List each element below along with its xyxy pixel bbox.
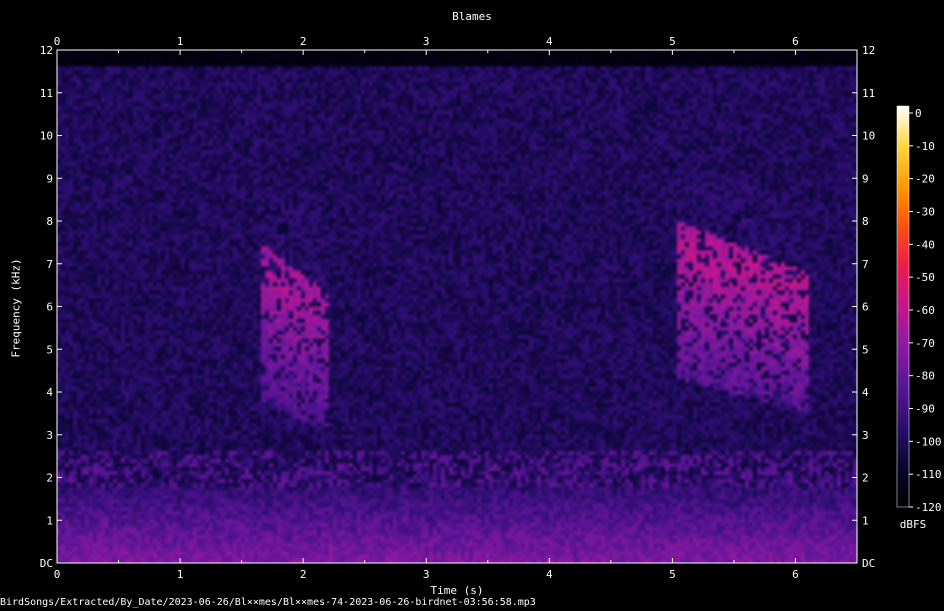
x-tick-label-bottom: 2 — [300, 568, 307, 581]
y-tick-label-left: 2 — [46, 472, 53, 485]
y-tick-label-right: 6 — [862, 301, 869, 314]
y-axis-label: Frequency (kHz) — [9, 258, 23, 358]
x-tick-label-bottom: 0 — [54, 568, 61, 581]
colorbar-tick-label: -50 — [915, 271, 935, 284]
x-tick-label-top: 0 — [54, 35, 61, 48]
colorbar-label: dBFS — [900, 518, 927, 531]
y-tick-label-left: 5 — [46, 343, 53, 356]
y-tick-label-left: 12 — [40, 44, 53, 57]
x-tick-label-bottom: 5 — [669, 568, 676, 581]
y-tick-label-right: 8 — [862, 215, 869, 228]
x-tick-label-bottom: 3 — [423, 568, 430, 581]
y-tick-label-left: 9 — [46, 172, 53, 185]
y-tick-label-left: 7 — [46, 258, 53, 271]
x-tick-label-top: 2 — [300, 35, 307, 48]
y-tick-label-left: DC — [40, 557, 53, 570]
colorbar-tick-label: -80 — [915, 370, 935, 383]
colorbar-tick-label: -110 — [915, 468, 942, 481]
x-tick-label-bottom: 6 — [792, 568, 799, 581]
colorbar-tick-label: -70 — [915, 337, 935, 350]
spectrogram-svg: 00112233445566DC DC1 12 23 34 45 56 67 78 89 910 10… — [40, 35, 942, 581]
y-tick-label-right: 4 — [862, 386, 869, 399]
colorbar-tick-label: -40 — [915, 238, 935, 251]
x-tick-label-bottom: 1 — [177, 568, 184, 581]
colorbar — [896, 105, 910, 508]
spectrogram-heatmap — [57, 50, 857, 563]
y-tick-label-left: 4 — [46, 386, 53, 399]
y-tick-label-left: 10 — [40, 130, 53, 143]
y-tick-label-right: 3 — [862, 429, 869, 442]
colorbar-tick-label: -10 — [915, 140, 935, 153]
y-tick-label-right: 11 — [862, 87, 875, 100]
y-tick-label-right: 12 — [862, 44, 875, 57]
y-tick-label-right: 9 — [862, 172, 869, 185]
colorbar-tick-label: -100 — [915, 435, 942, 448]
x-tick-label-bottom: 4 — [546, 568, 553, 581]
x-tick-label-top: 3 — [423, 35, 430, 48]
file-path-caption: BirdSongs/Extracted/By_Date/2023-06-26/B… — [0, 597, 536, 608]
colorbar-tick-label: -90 — [915, 403, 935, 416]
y-tick-label-right: 2 — [862, 472, 869, 485]
colorbar-tick-label: -30 — [915, 206, 935, 219]
colorbar-tick-label: -60 — [915, 304, 935, 317]
spectrogram-figure: 0 0 1 1 2 2 3 3 4 4 5 5 6 6 DC DC 1 1 2 2 3 3 4 4 5 5 6 6 7 7 8 8 9 9 10 10… — [0, 0, 944, 611]
y-tick-label-left: 6 — [46, 301, 53, 314]
colorbar-tick-label: -120 — [915, 501, 942, 514]
y-tick-label-left: 8 — [46, 215, 53, 228]
y-tick-label-left: 1 — [46, 514, 53, 527]
x-tick-label-top: 6 — [792, 35, 799, 48]
colorbar-tick-label: -20 — [915, 173, 935, 186]
x-tick-label-top: 1 — [177, 35, 184, 48]
y-tick-label-left: 11 — [40, 87, 53, 100]
y-tick-label-right: 7 — [862, 258, 869, 271]
y-tick-label-right: DC — [862, 557, 875, 570]
colorbar-tick-label: 0 — [915, 107, 922, 120]
x-tick-label-top: 4 — [546, 35, 553, 48]
x-axis-label: Time (s) — [430, 584, 484, 597]
y-tick-label-left: 3 — [46, 429, 53, 442]
y-tick-label-right: 10 — [862, 130, 875, 143]
chart-title: Blames — [452, 10, 492, 23]
x-tick-label-top: 5 — [669, 35, 676, 48]
y-tick-label-right: 5 — [862, 343, 869, 356]
y-tick-label-right: 1 — [862, 514, 869, 527]
